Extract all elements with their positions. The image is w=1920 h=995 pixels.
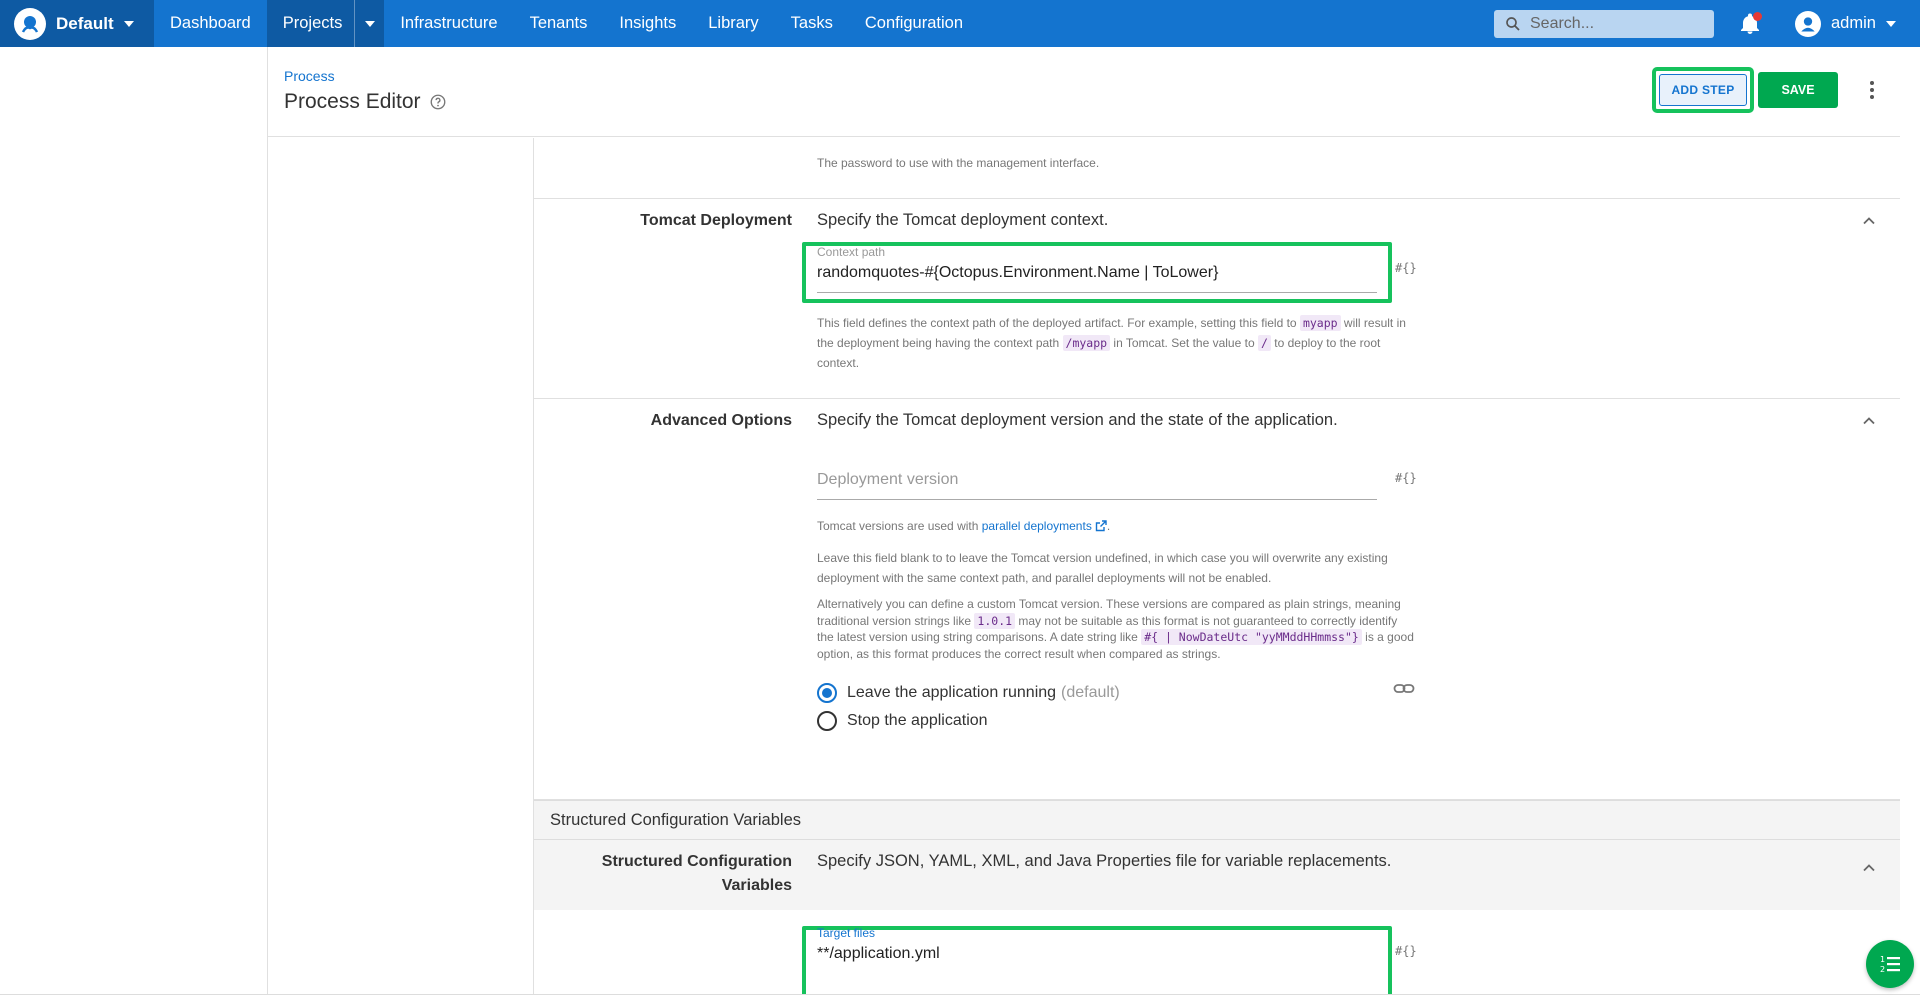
context-path-input[interactable]: randomquotes-#{Octopus.Environment.Name … — [817, 264, 1377, 288]
section-label: Advanced Options — [650, 412, 792, 429]
password-help-text: The password to use with the management … — [817, 156, 1100, 170]
help-icon[interactable] — [429, 93, 447, 111]
chevron-down-icon — [123, 20, 134, 27]
radio-selected-icon — [817, 683, 837, 703]
deployment-version-input[interactable]: Deployment version — [817, 471, 1377, 495]
variable-insert-icon[interactable]: #{} — [1395, 471, 1417, 485]
section-label: Tomcat Deployment — [640, 212, 792, 229]
add-step-button[interactable]: ADD STEP — [1659, 74, 1747, 106]
tomcat-deployment-section: Tomcat Deployment Specify the Tomcat dep… — [534, 199, 1900, 399]
save-button[interactable]: SAVE — [1758, 72, 1838, 108]
numbered-list-icon: 12 — [1880, 955, 1900, 974]
field-underline — [817, 292, 1377, 293]
chevron-down-icon — [364, 20, 375, 27]
page-header: Process Process Editor ADD STEP SAVE — [268, 47, 1900, 137]
section-label: Structured Configuration Variables — [601, 853, 792, 894]
section-description: Specify the Tomcat deployment version an… — [817, 411, 1338, 429]
user-name: admin — [1831, 14, 1876, 32]
structured-config-section: Structured Configuration Variables Speci… — [534, 840, 1900, 995]
nav-tenants[interactable]: Tenants — [514, 0, 604, 47]
step-navigation-panel — [268, 138, 534, 995]
space-switcher[interactable]: Default — [0, 0, 154, 47]
add-step-highlight: ADD STEP — [1652, 67, 1754, 113]
external-link-icon — [1095, 520, 1107, 532]
breadcrumb[interactable]: Process — [284, 68, 335, 84]
context-path-field[interactable]: Context path randomquotes-#{Octopus.Envi… — [817, 245, 1377, 293]
step-list-fab-button[interactable]: 12 — [1866, 940, 1914, 988]
notification-badge — [1753, 12, 1762, 21]
structured-config-group-header: Structured Configuration Variables — [534, 800, 1900, 840]
context-path-help: This field defines the context path of t… — [817, 315, 1406, 370]
radio-stop-application[interactable]: Stop the application — [817, 711, 988, 731]
field-label: Target files — [817, 926, 876, 940]
octopus-logo-icon — [14, 7, 46, 40]
field-underline — [817, 499, 1377, 500]
chevron-up-icon[interactable] — [1861, 860, 1877, 876]
nav-tasks[interactable]: Tasks — [775, 0, 849, 47]
nav-configuration[interactable]: Configuration — [849, 0, 979, 47]
radio-leave-running[interactable]: Leave the application running (default) — [817, 683, 1120, 703]
advanced-options-section: Advanced Options Specify the Tomcat depl… — [534, 399, 1900, 800]
variable-insert-icon[interactable]: #{} — [1395, 944, 1417, 958]
search-box — [1494, 10, 1714, 38]
search-input[interactable] — [1530, 15, 1700, 33]
page-title-text: Process Editor — [284, 90, 421, 113]
target-files-input[interactable]: **/application.yml — [817, 945, 1377, 963]
space-name: Default — [56, 13, 114, 33]
deployment-version-field[interactable]: Deployment version — [817, 471, 1377, 500]
leave-blank-help: Leave this field blank to to leave the T… — [817, 551, 1388, 585]
custom-version-help: Alternatively you can define a custom To… — [817, 597, 1414, 661]
nav-infrastructure[interactable]: Infrastructure — [384, 0, 513, 47]
nav-insights[interactable]: Insights — [603, 0, 692, 47]
nav-dashboard[interactable]: Dashboard — [154, 0, 267, 47]
top-navigation-bar: Default Dashboard Projects Infrastructur… — [0, 0, 1920, 47]
link-icon[interactable] — [1393, 681, 1415, 697]
chevron-up-icon[interactable] — [1861, 213, 1877, 229]
target-files-field[interactable]: Target files **/application.yml — [817, 926, 1377, 963]
chevron-up-icon[interactable] — [1861, 413, 1877, 429]
more-options-icon[interactable] — [1862, 77, 1882, 103]
notifications-bell-icon[interactable] — [1738, 12, 1762, 36]
chevron-down-icon — [1885, 20, 1896, 27]
svg-text:2: 2 — [1880, 965, 1885, 974]
avatar — [1795, 10, 1821, 37]
tomcat-versions-help: Tomcat versions are used with parallel d… — [817, 519, 1111, 533]
section-description: Specify the Tomcat deployment context. — [817, 211, 1109, 229]
nav-projects[interactable]: Projects — [266, 0, 355, 47]
parallel-deployments-link[interactable]: parallel deployments — [982, 519, 1092, 533]
svg-text:1: 1 — [1880, 955, 1885, 964]
page-title: Process Editor — [284, 90, 447, 114]
process-step-form: The password to use with the management … — [534, 138, 1900, 995]
password-section: The password to use with the management … — [534, 138, 1900, 199]
variable-insert-icon[interactable]: #{} — [1395, 261, 1417, 275]
section-description: Specify JSON, YAML, XML, and Java Proper… — [817, 852, 1392, 870]
search-icon — [1506, 17, 1520, 31]
field-label: Context path — [817, 245, 886, 259]
nav-library[interactable]: Library — [692, 0, 774, 47]
projects-dropdown-button[interactable] — [354, 0, 385, 47]
radio-unselected-icon — [817, 711, 837, 731]
user-menu[interactable]: admin — [1795, 0, 1896, 47]
